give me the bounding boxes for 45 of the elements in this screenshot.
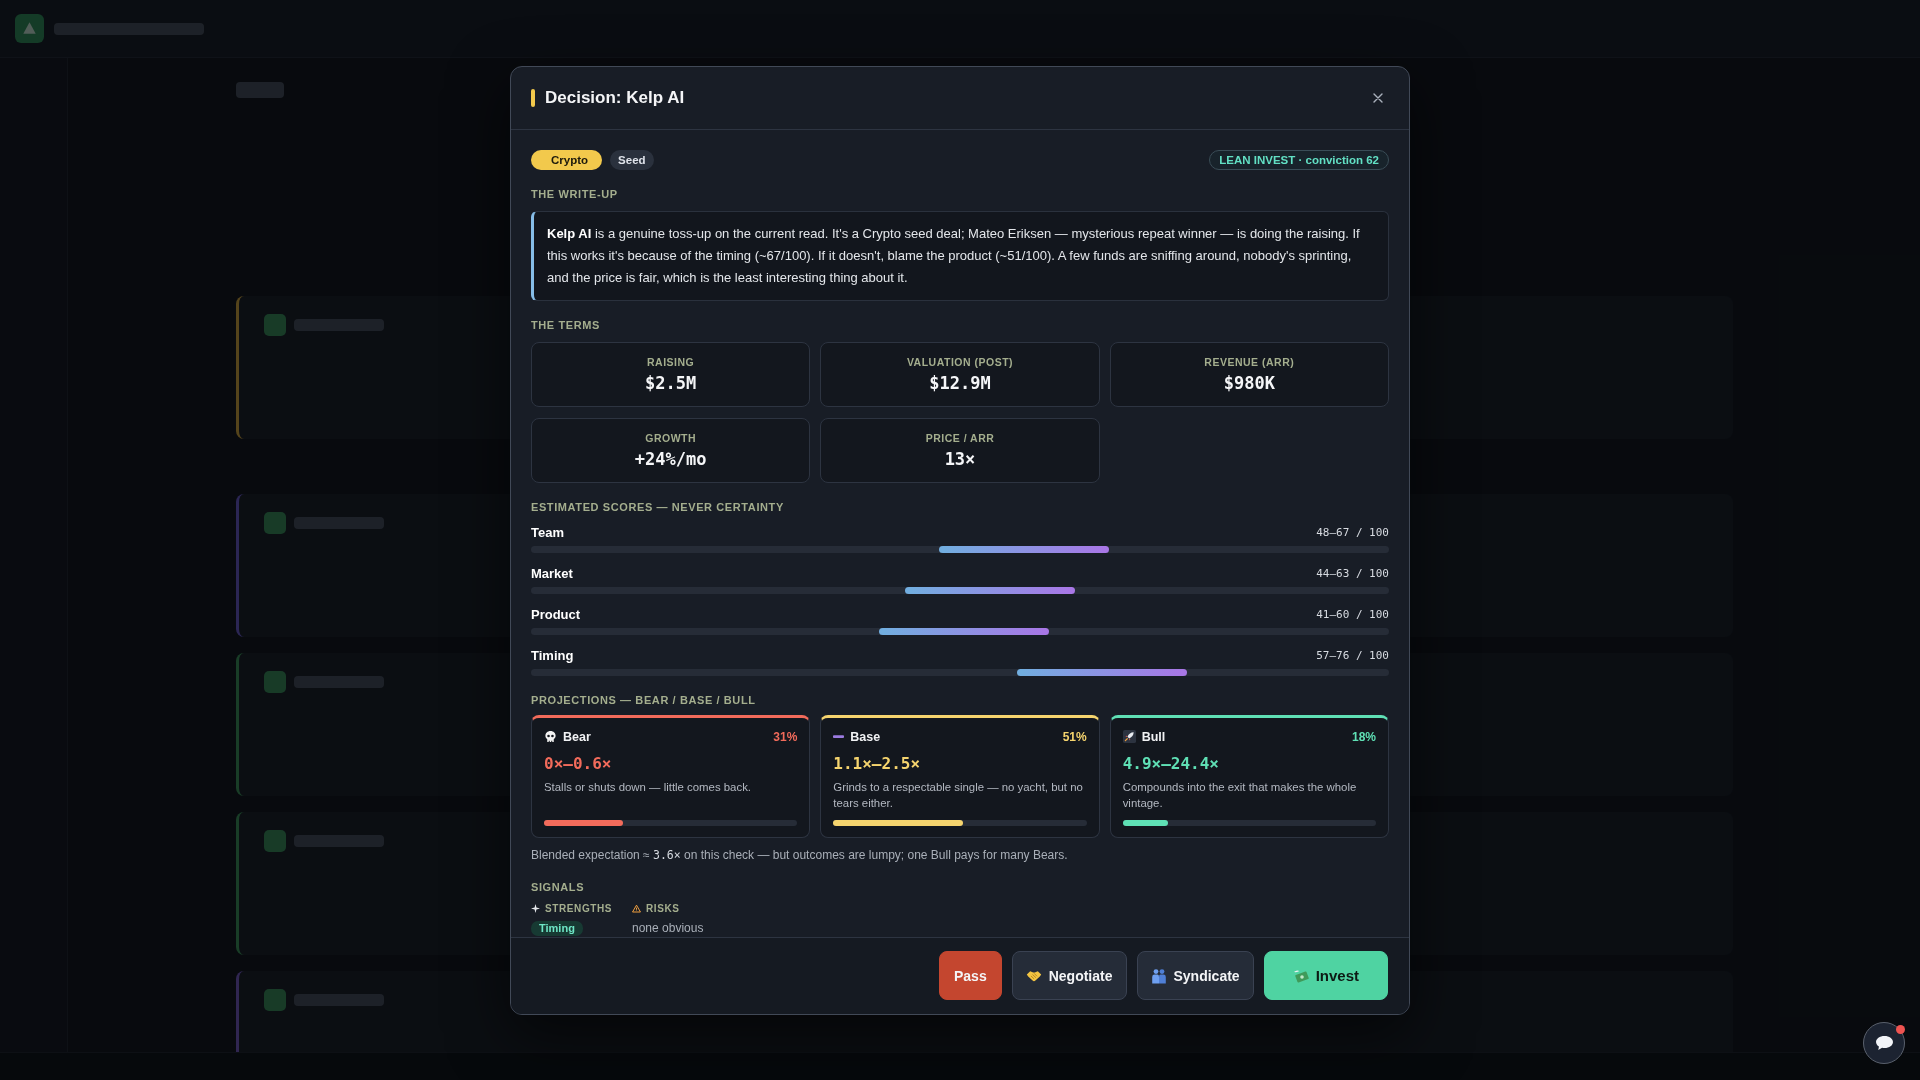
term-value: $2.5M (645, 372, 697, 393)
term-value: $12.9M (929, 372, 991, 393)
signal-tag: Timing (531, 920, 583, 936)
scenario-name: Bear (563, 729, 591, 744)
scenario-multiple: 0×–0.6× (544, 753, 613, 774)
term-value: 13× (944, 448, 976, 469)
section-heading: ESTIMATED SCORES — NEVER CERTAINTY (531, 500, 785, 514)
scenario-multiple: 4.9×–24.4× (1122, 753, 1220, 774)
term-label: RAISING (647, 355, 695, 369)
score-reading: 48–67 / 100 (1316, 526, 1389, 539)
score-label: Market (531, 566, 573, 581)
term-label: GROWTH (645, 431, 697, 445)
section-heading: PROJECTIONS — BEAR / BASE / BULL (531, 693, 757, 707)
signal-column-label: RISKS (646, 902, 680, 914)
scenario-probability: 31% (773, 729, 798, 744)
scenario-description: Grinds to a respectable single — no yacht, but no tears either. (833, 779, 1084, 811)
verdict-badge: LEAN INVEST · conviction 62 (1209, 149, 1389, 170)
tag: Seed (610, 149, 654, 170)
scenario-probability: 51% (1062, 729, 1087, 744)
score-reading: 57–76 / 100 (1316, 649, 1389, 662)
tag: Crypto (531, 149, 603, 170)
term-value: $980K (1223, 372, 1275, 393)
score-reading: 44–63 / 100 (1316, 567, 1389, 580)
term-label: VALUATION (POST) (906, 355, 1014, 369)
scenario-multiple: 1.1×–2.5× (833, 753, 922, 774)
term-label: PRICE / ARR (925, 431, 995, 445)
score-label: Team (531, 525, 564, 540)
signal-column-label: STRENGTHS (545, 902, 613, 914)
dialog-title: Decision: Kelp AI (545, 87, 686, 108)
scenario-name: Base (850, 729, 881, 744)
score-reading: 41–60 / 100 (1316, 608, 1389, 621)
signal-note: none obvious (632, 920, 704, 936)
blended-expectation-note: Blended expectation ≈ 3.6× on this check — but outcomes are lumpy; one Bull pays for many Bears. (531, 846, 1069, 863)
term-label: REVENUE (ARR) (1204, 355, 1295, 369)
section-heading: THE TERMS (531, 318, 601, 332)
score-label: Timing (531, 648, 574, 663)
section-heading: SIGNALS (531, 880, 586, 894)
scenario-probability: 18% (1351, 729, 1376, 744)
scenario-description: Compounds into the exit that makes the whole vintage. (1122, 779, 1358, 811)
section-heading: THE WRITE-UP (531, 187, 619, 201)
term-value: +24%/mo (634, 448, 707, 469)
scenario-description: Stalls or shuts down — little comes back. (544, 779, 752, 795)
write-up-paragraph: Kelp AI is a genuine toss-up on the current read. It's a Crypto seed deal; Mateo Eriksen — mysterious repeat winner — is doing the raising. If this works it's because of the timing (~67/100). If it doesn't, blame the product (~51/100). A few funds are sniffing around, nobody's sprinting, and the price is fair, which is the least interesting thing about it. (531, 210, 1389, 301)
scenario-name: Bull (1141, 729, 1166, 744)
score-label: Product (531, 607, 581, 622)
